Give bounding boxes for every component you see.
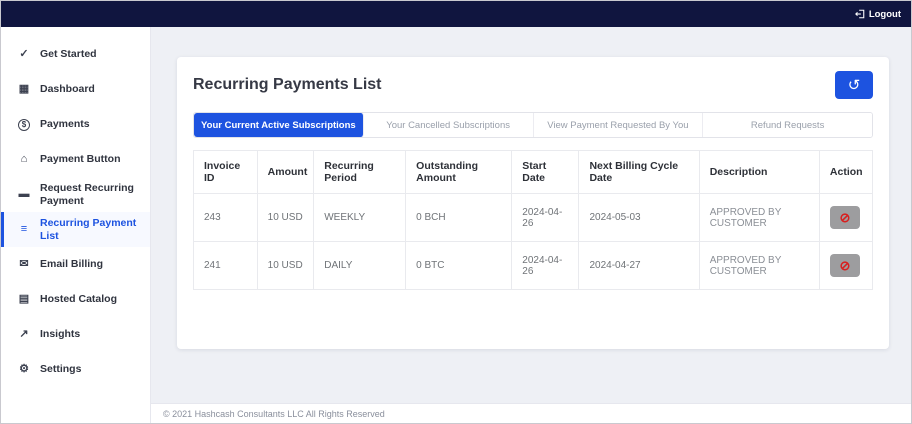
gear-icon: ⚙ xyxy=(19,363,29,376)
catalog-icon: ▤ xyxy=(18,293,30,306)
tab-view-payment-requested[interactable]: View Payment Requested By You xyxy=(533,113,704,137)
logout-label: Logout xyxy=(868,8,901,20)
cancel-subscription-button[interactable]: ⊘ xyxy=(829,254,860,277)
bank-icon: ⌂ xyxy=(20,153,28,166)
sidebar-item-insights[interactable]: ↗ Insights xyxy=(1,317,150,352)
sidebar-item-label: Settings xyxy=(40,363,82,376)
recurring-period-cell: WEEKLY xyxy=(313,193,407,242)
next-billing-date-cell: 2024-04-27 xyxy=(578,241,700,290)
sidebar-item-label: Hosted Catalog xyxy=(40,293,118,306)
column-header-start-date: Start Date xyxy=(511,150,580,194)
logout-button[interactable]: Logout xyxy=(854,8,901,20)
amount-cell: 10 USD xyxy=(256,241,315,290)
sidebar-item-payment-button[interactable]: ⌂ Payment Button xyxy=(1,142,150,177)
logout-icon xyxy=(854,9,865,19)
sidebar-item-payments[interactable]: $ Payments xyxy=(1,107,150,142)
tab-refund-requests[interactable]: Refund Requests xyxy=(703,113,872,137)
chart-icon: ↗ xyxy=(19,328,29,341)
sidebar-item-label: Request Recurring Payment xyxy=(40,182,134,207)
clipboard-check-icon: ✓ xyxy=(19,48,29,61)
cancel-subscription-button[interactable]: ⊘ xyxy=(829,206,860,229)
page-title: Recurring Payments List xyxy=(193,76,382,93)
column-header-action: Action xyxy=(818,150,874,194)
sidebar-item-label: Payments xyxy=(40,118,90,131)
table-row: 241 10 USD DAILY 0 BTC 2024-04-26 2024-0… xyxy=(193,241,874,290)
document-icon: ✉ xyxy=(19,258,29,271)
table-row: 243 10 USD WEEKLY 0 BCH 2024-04-26 2024-… xyxy=(193,193,874,242)
sidebar-item-label: Insights xyxy=(40,328,81,341)
description-cell: APPROVED BY CUSTOMER xyxy=(698,193,820,242)
column-header-invoice-id: Invoice ID xyxy=(193,150,258,194)
content-area: Recurring Payments List ↺ Your Current A… xyxy=(151,27,911,403)
sidebar-item-label: Recurring Payment List xyxy=(40,217,137,242)
start-date-cell: 2024-04-26 xyxy=(511,241,580,290)
tab-cancelled-subscriptions[interactable]: Your Cancelled Subscriptions xyxy=(363,113,534,137)
top-bar: Logout xyxy=(1,1,911,27)
description-cell: APPROVED BY CUSTOMER xyxy=(698,241,820,290)
outstanding-amount-cell: 0 BTC xyxy=(405,241,513,290)
prohibited-icon: ⊘ xyxy=(839,258,851,273)
grid-icon: ▦ xyxy=(18,83,30,96)
tab-current-active-subscriptions[interactable]: Your Current Active Subscriptions xyxy=(194,113,364,137)
column-header-description: Description xyxy=(698,150,820,194)
amount-cell: 10 USD xyxy=(256,193,315,242)
sidebar-item-label: Dashboard xyxy=(40,83,95,96)
history-icon: ↺ xyxy=(847,76,861,94)
sidebar-item-recurring-payment-list[interactable]: ≡ Recurring Payment List xyxy=(1,212,150,247)
recurring-payments-card: Recurring Payments List ↺ Your Current A… xyxy=(177,57,889,349)
sidebar-item-email-billing[interactable]: ✉ Email Billing xyxy=(1,247,150,282)
sidebar-item-label: Email Billing xyxy=(40,258,104,271)
history-button[interactable]: ↺ xyxy=(835,71,873,99)
subscription-tabs: Your Current Active Subscriptions Your C… xyxy=(193,112,873,138)
outstanding-amount-cell: 0 BCH xyxy=(405,193,513,242)
sidebar-item-dashboard[interactable]: ▦ Dashboard xyxy=(1,72,150,107)
column-header-next-billing-cycle-date: Next Billing Cycle Date xyxy=(578,150,700,194)
sidebar-item-settings[interactable]: ⚙ Settings xyxy=(1,352,150,387)
card-icon: ▬ xyxy=(18,188,30,201)
column-header-outstanding-amount: Outstanding Amount xyxy=(405,150,513,194)
sidebar-item-label: Get Started xyxy=(40,48,97,61)
sidebar-item-label: Payment Button xyxy=(40,153,121,166)
list-icon: ≡ xyxy=(20,223,28,236)
sidebar-item-get-started[interactable]: ✓ Get Started xyxy=(1,37,150,72)
recurring-period-cell: DAILY xyxy=(313,241,407,290)
column-header-amount: Amount xyxy=(256,150,315,194)
subscriptions-table: Invoice ID Amount Recurring Period Outst… xyxy=(193,150,874,290)
column-header-recurring-period: Recurring Period xyxy=(313,150,407,194)
app-window: Logout ✓ Get Started ▦ Dashboard $ Payme… xyxy=(0,0,912,424)
table-header-row: Invoice ID Amount Recurring Period Outst… xyxy=(193,150,874,194)
sidebar-item-hosted-catalog[interactable]: ▤ Hosted Catalog xyxy=(1,282,150,317)
invoice-id-cell: 243 xyxy=(193,193,258,242)
dollar-circle-icon: $ xyxy=(17,118,31,131)
invoice-id-cell: 241 xyxy=(193,241,258,290)
copyright-text: © 2021 Hashcash Consultants LLC All Righ… xyxy=(163,408,385,419)
sidebar-item-request-recurring-payment[interactable]: ▬ Request Recurring Payment xyxy=(1,177,150,212)
start-date-cell: 2024-04-26 xyxy=(511,193,580,242)
footer: © 2021 Hashcash Consultants LLC All Righ… xyxy=(151,403,911,423)
main-area: Recurring Payments List ↺ Your Current A… xyxy=(151,27,911,423)
prohibited-icon: ⊘ xyxy=(839,210,851,225)
sidebar: ✓ Get Started ▦ Dashboard $ Payments ⌂ P… xyxy=(1,27,151,423)
next-billing-date-cell: 2024-05-03 xyxy=(578,193,700,242)
